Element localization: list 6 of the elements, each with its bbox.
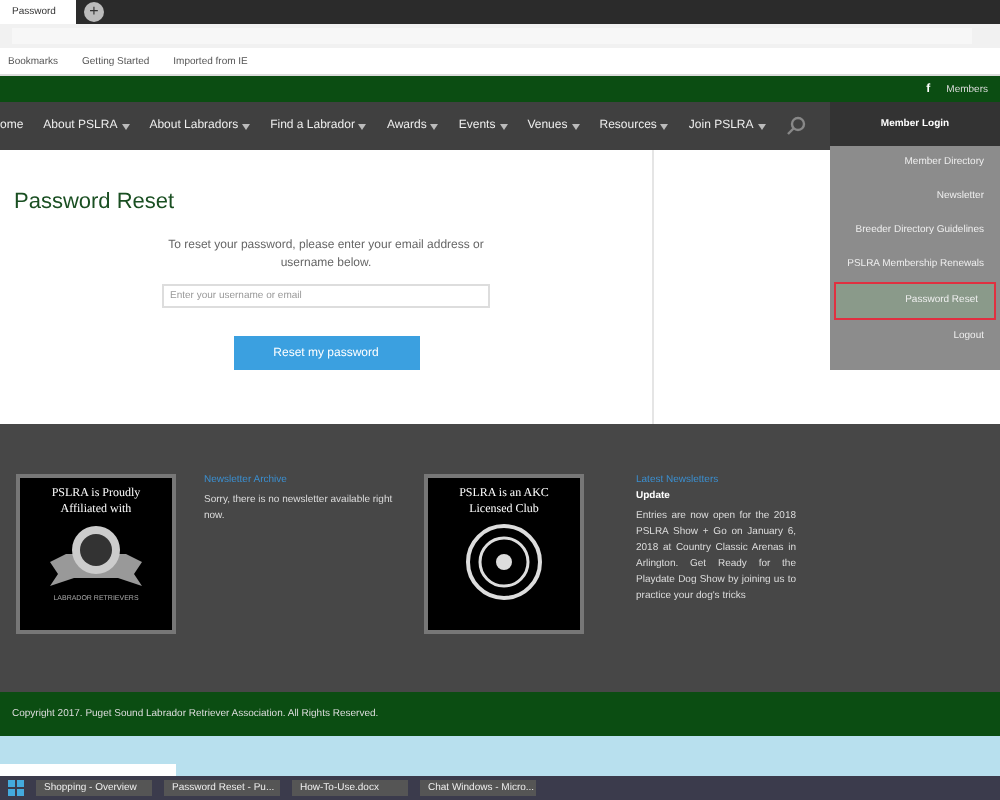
page-title: Password Reset xyxy=(14,190,175,214)
start-icon xyxy=(8,780,24,796)
dog-emblem-icon xyxy=(46,522,146,590)
seal-emblem-icon xyxy=(464,522,544,602)
search-icon xyxy=(785,116,806,136)
new-tab-button[interactable]: + xyxy=(84,2,104,22)
